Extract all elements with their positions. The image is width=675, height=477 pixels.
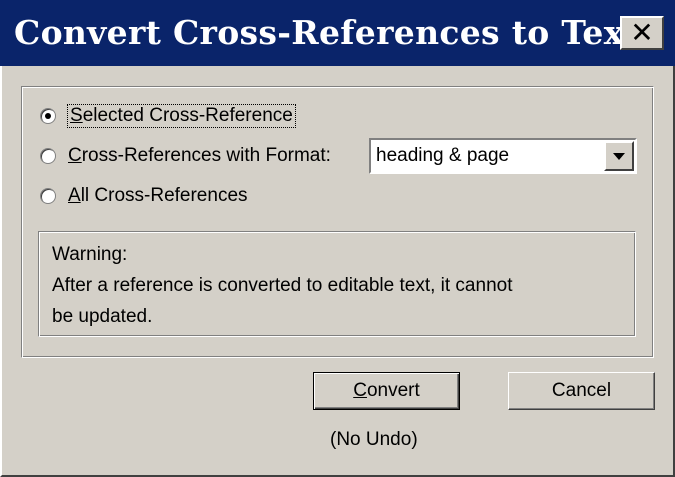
close-button[interactable]: ✕ xyxy=(620,16,664,50)
radio-label-with-format: Cross-References with Format: xyxy=(68,145,331,166)
format-select[interactable]: heading & page xyxy=(369,138,637,174)
convert-button[interactable]: Convert xyxy=(313,372,460,410)
cancel-button-label: Cancel xyxy=(551,380,612,401)
format-select-value: heading & page xyxy=(376,145,510,166)
warning-text-line-1: After a reference is converted to editab… xyxy=(52,275,513,296)
radio-label-selected: Selected Cross-Reference xyxy=(67,104,296,128)
cancel-button[interactable]: Cancel xyxy=(508,372,655,410)
no-undo-note: (No Undo) xyxy=(330,429,418,450)
radio-checked-dot xyxy=(45,113,51,119)
radio-all-cross-references[interactable]: All Cross-References xyxy=(40,183,248,209)
title-bar[interactable]: Convert Cross-References to Text ✕ xyxy=(0,0,675,66)
radio-button-all[interactable] xyxy=(40,188,56,204)
window-title: Convert Cross-References to Text xyxy=(14,13,640,52)
warning-text-line-2: be updated. xyxy=(52,306,153,327)
radio-selected-cross-reference[interactable]: Selected Cross-Reference xyxy=(40,103,296,129)
radio-label-all: All Cross-References xyxy=(68,185,248,206)
warning-heading: Warning: xyxy=(52,244,128,265)
convert-button-label: Convert xyxy=(353,380,420,401)
close-icon: ✕ xyxy=(630,16,654,49)
radio-button-with-format[interactable] xyxy=(40,148,56,164)
radio-button-selected[interactable] xyxy=(40,108,56,124)
format-dropdown-button[interactable] xyxy=(604,141,634,171)
radio-cross-references-with-format[interactable]: Cross-References with Format: xyxy=(40,143,331,169)
chevron-down-icon xyxy=(613,152,625,160)
